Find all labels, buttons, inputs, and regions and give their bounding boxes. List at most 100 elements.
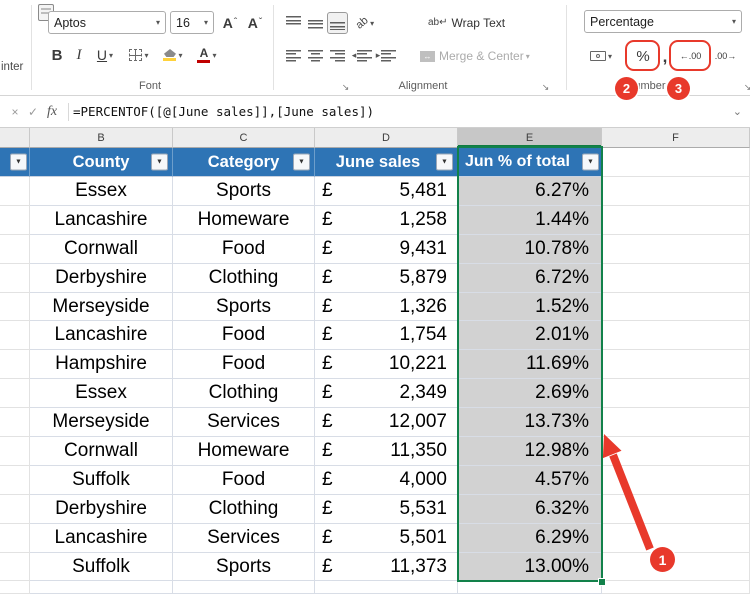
- county-cell[interactable]: Merseyside: [30, 408, 173, 437]
- header-cell-sales[interactable]: June sales ▼: [315, 148, 458, 177]
- bottom-align-button[interactable]: [327, 12, 348, 34]
- county-cell[interactable]: Essex: [30, 177, 173, 206]
- column-header-a[interactable]: [0, 128, 30, 148]
- italic-button[interactable]: I: [70, 43, 88, 67]
- empty-cell[interactable]: [602, 177, 750, 206]
- county-cell[interactable]: Cornwall: [30, 235, 173, 264]
- empty-cell[interactable]: [602, 293, 750, 322]
- county-cell[interactable]: Merseyside: [30, 293, 173, 322]
- cell-a[interactable]: [0, 206, 30, 235]
- fill-color-button[interactable]: ▾: [158, 43, 188, 67]
- align-left-button[interactable]: [283, 44, 304, 66]
- percent-cell[interactable]: 6.72%: [458, 264, 602, 293]
- percent-cell[interactable]: 6.32%: [458, 495, 602, 524]
- empty-cell[interactable]: [602, 350, 750, 379]
- empty-cell[interactable]: [602, 553, 750, 582]
- cell-a[interactable]: [0, 379, 30, 408]
- category-cell[interactable]: Clothing: [173, 495, 315, 524]
- cell-a[interactable]: [0, 581, 30, 593]
- cell[interactable]: [315, 581, 458, 593]
- empty-cell[interactable]: [602, 206, 750, 235]
- comma-style-button[interactable]: ,: [659, 46, 671, 68]
- font-size-combobox[interactable]: 16 ▾: [170, 11, 214, 34]
- empty-cell[interactable]: [602, 437, 750, 466]
- formula-input[interactable]: =PERCENTOF([@[June sales]],[June sales]): [73, 104, 374, 119]
- decrease-decimal-button[interactable]: .00→: [710, 44, 741, 68]
- percent-cell[interactable]: 13.00%: [458, 553, 602, 582]
- percent-cell[interactable]: 2.69%: [458, 379, 602, 408]
- category-cell[interactable]: Homeware: [173, 437, 315, 466]
- cell-a[interactable]: [0, 466, 30, 495]
- column-header-f[interactable]: F: [602, 128, 750, 148]
- column-header-b[interactable]: B: [30, 128, 173, 148]
- increase-indent-button[interactable]: ▸: [375, 44, 397, 66]
- cell[interactable]: [173, 581, 315, 593]
- sales-cell[interactable]: £5,531: [315, 495, 458, 524]
- percent-style-button[interactable]: %: [630, 44, 656, 68]
- font-dialog-launcher-icon[interactable]: ↘: [339, 81, 352, 94]
- accounting-format-button[interactable]: ▾: [585, 44, 617, 68]
- cancel-icon[interactable]: ×: [6, 105, 24, 119]
- percent-cell[interactable]: 2.01%: [458, 321, 602, 350]
- format-painter-partial-label[interactable]: inter: [1, 61, 23, 73]
- cell-a[interactable]: [0, 350, 30, 379]
- category-cell[interactable]: Sports: [173, 553, 315, 582]
- percent-cell[interactable]: 1.52%: [458, 293, 602, 322]
- column-header-c[interactable]: C: [173, 128, 315, 148]
- cell-a[interactable]: [0, 553, 30, 582]
- percent-cell[interactable]: 11.69%: [458, 350, 602, 379]
- header-cell-category[interactable]: Category ▼: [173, 148, 315, 177]
- empty-cell[interactable]: [602, 466, 750, 495]
- empty-cell[interactable]: [602, 321, 750, 350]
- category-cell[interactable]: Food: [173, 235, 315, 264]
- empty-cell[interactable]: [602, 235, 750, 264]
- cell[interactable]: [458, 581, 602, 593]
- sales-cell[interactable]: £1,258: [315, 206, 458, 235]
- filter-button-county[interactable]: ▼: [151, 154, 168, 171]
- increase-decimal-button[interactable]: ←.00: [675, 44, 706, 68]
- category-cell[interactable]: Services: [173, 408, 315, 437]
- number-dialog-launcher-icon[interactable]: ↘: [741, 81, 750, 94]
- category-cell[interactable]: Homeware: [173, 206, 315, 235]
- category-cell[interactable]: Food: [173, 466, 315, 495]
- sales-cell[interactable]: £5,501: [315, 524, 458, 553]
- category-cell[interactable]: Sports: [173, 293, 315, 322]
- percent-cell[interactable]: 10.78%: [458, 235, 602, 264]
- category-cell[interactable]: Food: [173, 350, 315, 379]
- header-cell-f[interactable]: [602, 148, 750, 177]
- header-cell-a[interactable]: ▼: [0, 148, 30, 177]
- empty-cell[interactable]: [602, 408, 750, 437]
- cell-a[interactable]: [0, 235, 30, 264]
- top-align-button[interactable]: [283, 12, 304, 34]
- selection-fill-handle[interactable]: [598, 578, 606, 586]
- county-cell[interactable]: Derbyshire: [30, 264, 173, 293]
- filter-button-percent[interactable]: ▼: [582, 154, 599, 171]
- enter-icon[interactable]: ✓: [24, 105, 42, 119]
- county-cell[interactable]: Essex: [30, 379, 173, 408]
- county-cell[interactable]: Hampshire: [30, 350, 173, 379]
- category-cell[interactable]: Food: [173, 321, 315, 350]
- county-cell[interactable]: Lancashire: [30, 321, 173, 350]
- county-cell[interactable]: Lancashire: [30, 206, 173, 235]
- county-cell[interactable]: Derbyshire: [30, 495, 173, 524]
- category-cell[interactable]: Clothing: [173, 264, 315, 293]
- category-cell[interactable]: Sports: [173, 177, 315, 206]
- decrease-font-size-button[interactable]: Aˇ: [243, 11, 267, 34]
- orientation-button[interactable]: ab ▾: [350, 12, 380, 34]
- font-color-button[interactable]: A ▾: [192, 43, 222, 67]
- county-cell[interactable]: Cornwall: [30, 437, 173, 466]
- cell-a[interactable]: [0, 524, 30, 553]
- decrease-indent-button[interactable]: ◂: [351, 44, 373, 66]
- middle-align-button[interactable]: [305, 12, 326, 34]
- insert-function-icon[interactable]: fx: [42, 104, 62, 120]
- county-cell[interactable]: Lancashire: [30, 524, 173, 553]
- cell-a[interactable]: [0, 321, 30, 350]
- percent-cell[interactable]: 12.98%: [458, 437, 602, 466]
- county-cell[interactable]: Suffolk: [30, 466, 173, 495]
- increase-font-size-button[interactable]: Aˆ: [218, 11, 242, 34]
- cell-a[interactable]: [0, 177, 30, 206]
- formula-bar-expand-icon[interactable]: ⌄: [733, 105, 742, 118]
- filter-button-a[interactable]: ▼: [10, 154, 27, 171]
- sales-cell[interactable]: £11,350: [315, 437, 458, 466]
- borders-button[interactable]: ▾: [124, 43, 154, 67]
